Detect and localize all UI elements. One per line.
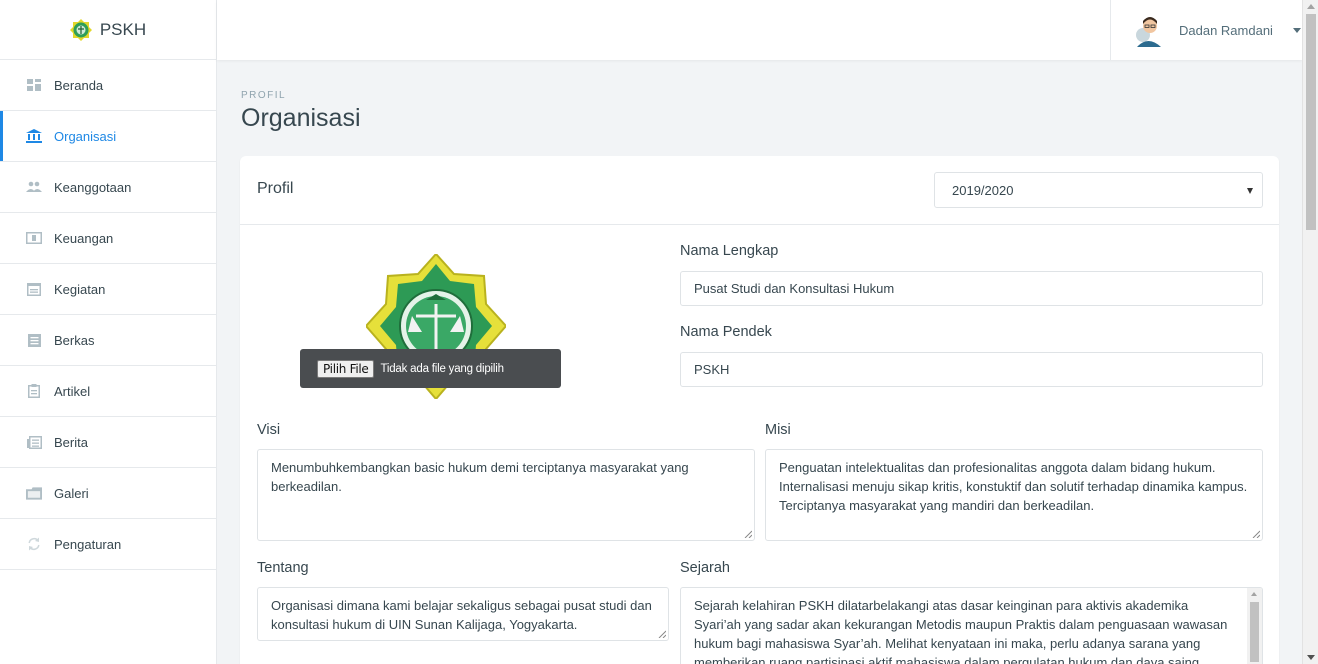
sidebar: PSKH Beranda Organisasi Keanggotaan Keua… xyxy=(0,0,217,664)
sidebar-item-berita[interactable]: Berita xyxy=(0,417,216,468)
sidebar-item-label: Organisasi xyxy=(54,128,117,144)
card-title: Profil xyxy=(257,180,294,197)
tentang-label: Tentang xyxy=(257,560,309,576)
misi-textarea[interactable]: Penguatan intelektualitas dan profesiona… xyxy=(765,449,1263,541)
members-icon xyxy=(26,180,42,194)
nama-pendek-value: PSKH xyxy=(694,362,730,377)
dashboard-icon xyxy=(26,78,42,92)
brand[interactable]: PSKH xyxy=(0,0,216,60)
scroll-up-arrow-icon[interactable] xyxy=(1251,592,1257,596)
nama-lengkap-value: Pusat Studi dan Konsultasi Hukum xyxy=(694,281,895,296)
sidebar-item-beranda[interactable]: Beranda xyxy=(0,60,216,111)
sidebar-item-label: Berkas xyxy=(54,332,95,348)
sidebar-item-galeri[interactable]: Galeri xyxy=(0,468,216,519)
sidebar-item-label: Artikel xyxy=(54,383,91,399)
page-title: Organisasi xyxy=(241,104,361,132)
sidebar-item-artikel[interactable]: Artikel xyxy=(0,366,216,417)
profile-card: Profil 2019/2020 Pilih File Tidak ada fi… xyxy=(240,156,1279,664)
scrollbar-thumb[interactable] xyxy=(1306,14,1316,230)
brand-name: PSKH xyxy=(99,19,147,39)
calendar-icon xyxy=(26,282,42,296)
nama-lengkap-input[interactable]: Pusat Studi dan Konsultasi Hukum xyxy=(680,271,1263,306)
sidebar-item-berkas[interactable]: Berkas xyxy=(0,315,216,366)
sidebar-item-label: Kegiatan xyxy=(54,281,106,297)
sidebar-item-pengaturan[interactable]: Pengaturan xyxy=(0,519,216,570)
resize-handle-icon[interactable] xyxy=(744,530,752,538)
file-icon xyxy=(26,333,42,347)
user-menu[interactable]: Dadan Ramdani xyxy=(1110,0,1302,60)
misi-value: Penguatan intelektualitas dan profesiona… xyxy=(779,460,1248,513)
sidebar-item-label: Keuangan xyxy=(54,230,114,246)
sidebar-item-label: Berita xyxy=(54,434,88,450)
sejarah-scrollbar[interactable] xyxy=(1247,588,1262,664)
card-header: Profil 2019/2020 xyxy=(240,156,1279,225)
refresh-icon xyxy=(26,537,42,551)
news-icon xyxy=(26,435,42,449)
resize-handle-icon[interactable] xyxy=(658,630,666,638)
top-bar: Dadan Ramdani xyxy=(217,0,1302,60)
nama-lengkap-label: Nama Lengkap xyxy=(680,243,779,259)
money-icon xyxy=(26,231,42,245)
period-select[interactable]: 2019/2020 xyxy=(934,172,1263,208)
sejarah-scrollbar-thumb[interactable] xyxy=(1250,602,1259,662)
nama-pendek-input[interactable]: PSKH xyxy=(680,352,1263,387)
organization-logo-icon xyxy=(69,18,92,41)
sidebar-item-label: Pengaturan xyxy=(54,536,122,552)
tentang-textarea[interactable]: Organisasi dimana kami belajar sekaligus… xyxy=(257,587,669,641)
chevron-down-icon xyxy=(1247,188,1253,194)
page-pretitle: PROFIL xyxy=(241,90,287,101)
institution-icon xyxy=(26,129,42,143)
sejarah-value: Sejarah kelahiran PSKH dilatarbelakangi … xyxy=(694,598,1228,664)
resize-handle-icon[interactable] xyxy=(1252,530,1260,538)
file-input-status: Tidak ada file yang dipilih xyxy=(380,362,504,375)
logo-file-input[interactable]: Pilih File Tidak ada file yang dipilih xyxy=(300,349,561,388)
scroll-down-arrow-icon[interactable] xyxy=(1307,655,1315,660)
scroll-up-arrow-icon[interactable] xyxy=(1307,4,1315,9)
nama-pendek-label: Nama Pendek xyxy=(680,324,772,340)
chevron-down-icon xyxy=(1292,27,1301,33)
sidebar-item-keuangan[interactable]: Keuangan xyxy=(0,213,216,264)
misi-label: Misi xyxy=(765,422,791,438)
sejarah-textarea[interactable]: Sejarah kelahiran PSKH dilatarbelakangi … xyxy=(680,587,1263,664)
tentang-value: Organisasi dimana kami belajar sekaligus… xyxy=(271,598,652,632)
sidebar-item-organisasi[interactable]: Organisasi xyxy=(0,111,216,162)
sidebar-item-label: Galeri xyxy=(54,485,89,501)
visi-textarea[interactable]: Menumbuhkembangkan basic hukum demi terc… xyxy=(257,449,755,541)
avatar xyxy=(1136,17,1161,47)
sidebar-item-keanggotaan[interactable]: Keanggotaan xyxy=(0,162,216,213)
gallery-icon xyxy=(26,486,42,500)
sejarah-label: Sejarah xyxy=(680,560,730,576)
choose-file-button[interactable]: Pilih File xyxy=(317,359,375,378)
sidebar-item-kegiatan[interactable]: Kegiatan xyxy=(0,264,216,315)
page-scrollbar[interactable] xyxy=(1302,0,1318,664)
visi-label: Visi xyxy=(257,422,281,438)
user-name: Dadan Ramdani xyxy=(1179,22,1273,38)
period-select-value: 2019/2020 xyxy=(952,182,1014,198)
sidebar-item-label: Beranda xyxy=(54,77,104,93)
clipboard-icon xyxy=(26,384,42,398)
sidebar-item-label: Keanggotaan xyxy=(54,179,132,195)
visi-value: Menumbuhkembangkan basic hukum demi terc… xyxy=(271,460,689,494)
